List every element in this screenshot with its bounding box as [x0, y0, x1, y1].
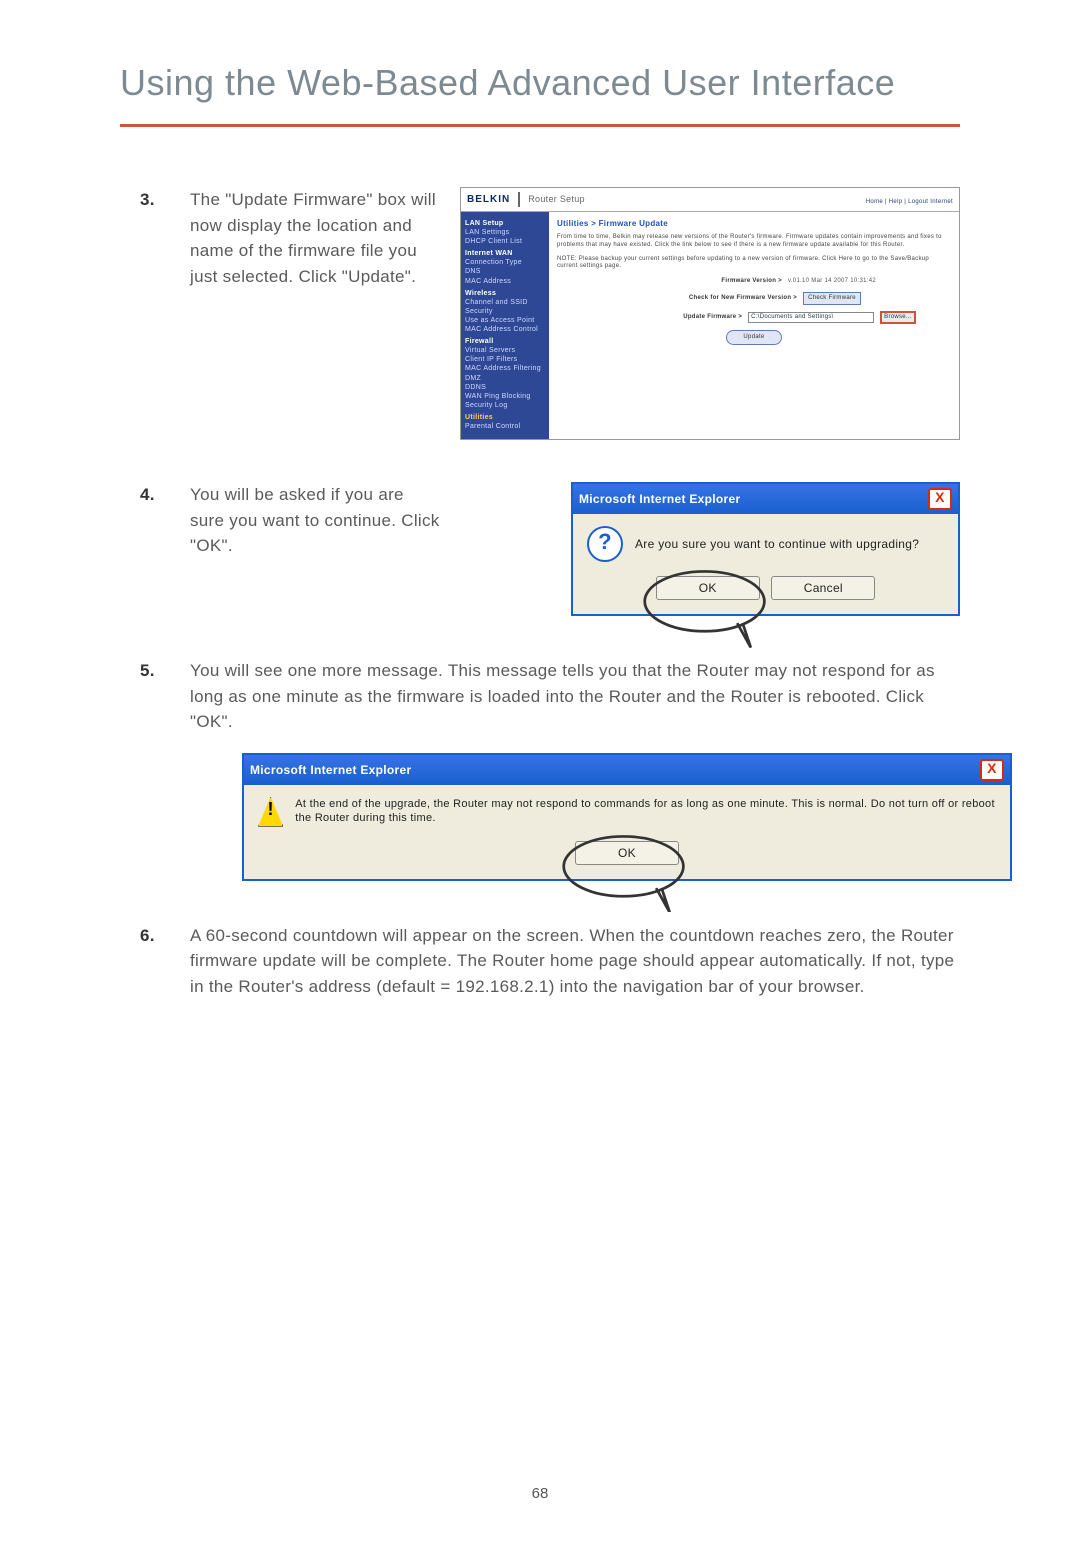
- step-3: 3. The "Update Firmware" box will now di…: [120, 187, 960, 440]
- sidebar-item: Security: [465, 307, 545, 316]
- sidebar-h-wan: Internet WAN: [465, 249, 545, 258]
- step-5-text: You will see one more message. This mess…: [190, 658, 960, 735]
- sidebar-item: Parental Control: [465, 422, 545, 431]
- dialog-message: Are you sure you want to continue with u…: [635, 535, 919, 553]
- check-firmware-button[interactable]: Check Firmware: [803, 292, 861, 305]
- ok-button[interactable]: OK: [575, 841, 679, 865]
- sidebar-item: MAC Address Control: [465, 325, 545, 334]
- sidebar-item: Connection Type: [465, 258, 545, 267]
- sidebar-h-firewall: Firewall: [465, 337, 545, 346]
- check-firmware-label: Check for New Firmware Version >: [647, 294, 797, 303]
- ie-warning-dialog: Microsoft Internet Explorer X ! At the e…: [242, 753, 1012, 881]
- router-brand: BELKIN: [467, 192, 520, 207]
- update-button[interactable]: Update: [726, 330, 781, 345]
- sidebar-item: MAC Address: [465, 277, 545, 286]
- router-page-name: Router Setup: [528, 193, 585, 207]
- browse-button[interactable]: Browse...: [880, 311, 916, 324]
- sidebar-h-wireless: Wireless: [465, 289, 545, 298]
- router-main-desc: From time to time, Belkin may release ne…: [557, 234, 951, 250]
- step-6: 6. A 60-second countdown will appear on …: [120, 923, 960, 1000]
- step-6-text: A 60-second countdown will appear on the…: [190, 923, 960, 1000]
- sidebar-item: LAN Settings: [465, 228, 545, 237]
- dialog-title: Microsoft Internet Explorer: [579, 490, 740, 508]
- question-icon: ?: [587, 526, 623, 562]
- sidebar-item: Security Log: [465, 401, 545, 410]
- update-firmware-label: Update Firmware >: [592, 313, 742, 322]
- router-sidebar: LAN Setup LAN Settings DHCP Client List …: [461, 212, 549, 439]
- step-3-figure: BELKIN Router Setup Home | Help | Logout…: [460, 187, 960, 440]
- firmware-version-label: Firmware Version >: [632, 277, 782, 286]
- router-main: Utilities > Firmware Update From time to…: [549, 212, 959, 439]
- step-number: 3.: [120, 187, 190, 440]
- firmware-file-path[interactable]: C:\Documents and Settings\: [748, 312, 874, 323]
- router-toplinks: Home | Help | Logout Internet: [866, 198, 953, 207]
- sidebar-h-lan: LAN Setup: [465, 219, 545, 228]
- router-admin-screenshot: BELKIN Router Setup Home | Help | Logout…: [460, 187, 960, 440]
- step-5: 5. You will see one more message. This m…: [120, 658, 960, 881]
- ie-confirm-dialog: Microsoft Internet Explorer X ? Are you …: [571, 482, 960, 616]
- sidebar-item: DNS: [465, 267, 545, 276]
- step-number: 4.: [120, 482, 190, 616]
- router-main-heading: Utilities > Firmware Update: [557, 218, 951, 230]
- step-4-figure: Microsoft Internet Explorer X ? Are you …: [460, 482, 960, 616]
- router-main-note: NOTE: Please backup your current setting…: [557, 256, 951, 272]
- page-number: 68: [0, 1485, 1080, 1502]
- step-4-text: You will be asked if you are sure you wa…: [190, 482, 440, 616]
- ok-button[interactable]: OK: [656, 576, 760, 600]
- dialog-title: Microsoft Internet Explorer: [250, 761, 411, 779]
- close-icon[interactable]: X: [928, 488, 952, 510]
- warning-icon: !: [258, 797, 283, 827]
- firmware-version-value: v.01.10 Mar 14 2007 10:31:42: [788, 277, 876, 286]
- sidebar-item: MAC Address Filtering: [465, 364, 545, 373]
- step-number: 6.: [120, 923, 190, 1000]
- step-number: 5.: [120, 658, 190, 881]
- sidebar-item: Virtual Servers: [465, 346, 545, 355]
- sidebar-item: DMZ: [465, 374, 545, 383]
- sidebar-item: Channel and SSID: [465, 298, 545, 307]
- sidebar-h-utilities: Utilities: [465, 413, 545, 422]
- sidebar-item: DHCP Client List: [465, 237, 545, 246]
- dialog-message: At the end of the upgrade, the Router ma…: [295, 797, 996, 827]
- close-icon[interactable]: X: [980, 759, 1004, 781]
- sidebar-item: DDNS: [465, 383, 545, 392]
- step-4: 4. You will be asked if you are sure you…: [120, 482, 960, 616]
- sidebar-item: Use as Access Point: [465, 316, 545, 325]
- sidebar-item: WAN Ping Blocking: [465, 392, 545, 401]
- page-title: Using the Web-Based Advanced User Interf…: [120, 50, 960, 127]
- cancel-button[interactable]: Cancel: [771, 576, 875, 600]
- sidebar-item: Client IP Filters: [465, 355, 545, 364]
- step-3-text: The "Update Firmware" box will now displ…: [190, 187, 440, 440]
